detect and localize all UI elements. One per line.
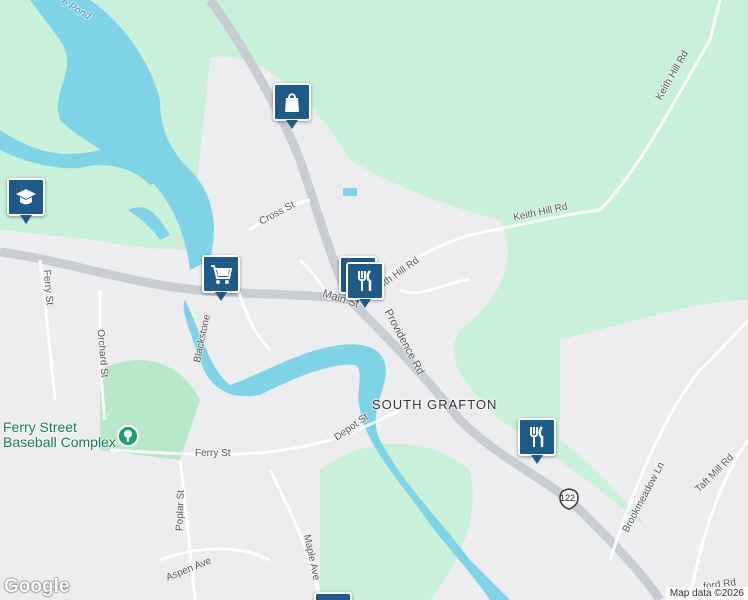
restaurant-pin[interactable] <box>346 262 384 308</box>
shopping-cart-icon <box>211 265 233 284</box>
fork-knife-icon <box>358 270 372 291</box>
road-label-ferry-st: Ferry St <box>195 448 231 459</box>
poi-label-line2: Baseball Complex <box>3 434 116 450</box>
tree-icon <box>124 430 132 442</box>
shopping-pin[interactable] <box>273 83 311 129</box>
place-label-south-grafton: SOUTH GRAFTON <box>372 397 498 412</box>
route-shield-number: 122 <box>560 493 576 503</box>
road-label-poplar-st: Poplar St <box>174 489 187 532</box>
fork-knife-icon <box>530 426 544 447</box>
partial-pin-bottom[interactable] <box>314 592 352 600</box>
graduation-cap-icon <box>16 189 36 205</box>
school-pin[interactable] <box>7 178 45 224</box>
shopping-bag-icon <box>285 93 299 112</box>
google-logo: Google <box>4 576 70 597</box>
route-shield-122: 122 <box>558 488 580 515</box>
restaurant-pin-south[interactable] <box>518 418 556 464</box>
park-poi-marker[interactable] <box>117 425 139 447</box>
grocery-pin[interactable] <box>202 255 240 301</box>
map-attribution: Map data ©2026 <box>665 587 748 600</box>
map-canvas[interactable]: e Pond Keith Hill Rd Keith Hill Rd Keith… <box>0 0 748 600</box>
poi-label-line1: Ferry Street <box>3 419 77 435</box>
small-pond <box>343 188 357 196</box>
